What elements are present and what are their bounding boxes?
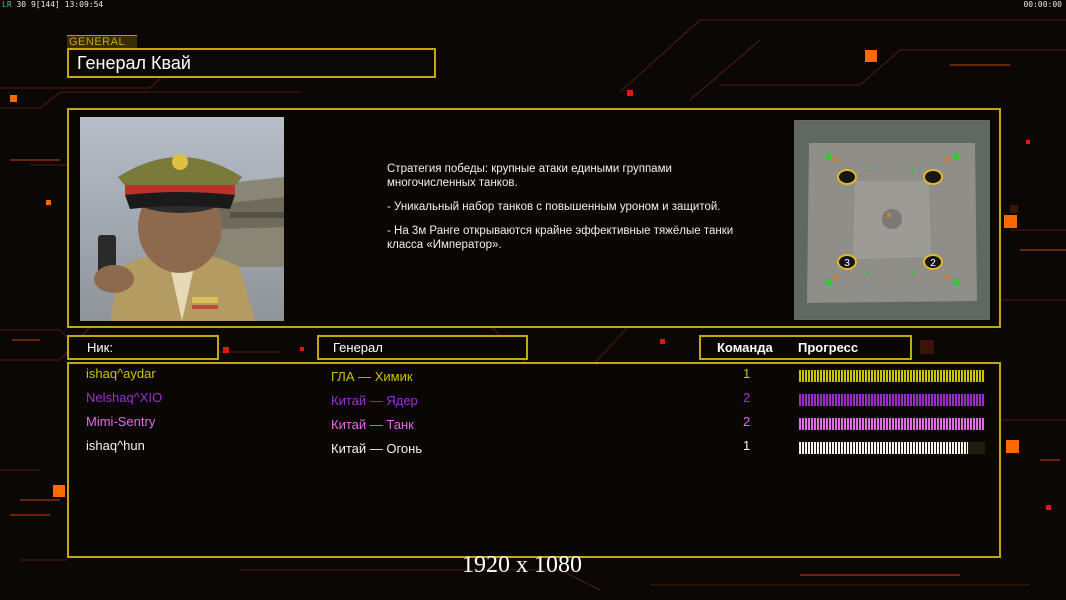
fps-label: LR: [2, 0, 12, 9]
resolution-overlay: 1920 x 1080: [462, 552, 582, 578]
fps-value: 30: [16, 0, 27, 9]
general-name: Генерал Квай: [67, 48, 436, 78]
player-general: Китай — Огонь: [331, 441, 423, 456]
map-preview: 3 2: [794, 120, 990, 320]
player-team: 2: [743, 390, 751, 405]
strategy-line-2: - Уникальный набор танков с повышенным у…: [387, 201, 721, 213]
column-header-team-progress: Команда Прогресс: [699, 335, 912, 360]
player-progress-bar: [799, 442, 985, 454]
system-clock: 13:09:54: [64, 0, 104, 9]
player-progress-bar: [799, 394, 985, 406]
strategy-line-1: Стратегия победы: крупные атаки едиными …: [387, 163, 672, 189]
player-progress-fill: [799, 418, 985, 430]
column-header-general: Генерал: [317, 335, 528, 360]
net-stats: 9[144]: [30, 0, 60, 9]
player-progress-fill: [799, 442, 969, 454]
game-timer: 00:00:00: [1023, 0, 1062, 9]
player-team: 1: [743, 366, 751, 381]
player-general: ГЛА — Химик: [331, 369, 413, 384]
player-general: Китай — Ядер: [331, 393, 418, 408]
player-nick: Nelshaq^XIO: [86, 390, 163, 405]
player-row: Mimi-Sentry Китай — Танк 2: [0, 414, 1066, 434]
strategy-description: Стратегия победы: крупные атаки едиными …: [387, 162, 747, 262]
player-nick: ishaq^aydar: [86, 366, 156, 381]
player-progress-fill: [799, 370, 985, 382]
player-team: 2: [743, 414, 751, 429]
start-position-2: 2: [930, 258, 936, 269]
player-row: ishaq^aydar ГЛА — Химик 1: [0, 366, 1066, 386]
column-header-progress: Прогресс: [798, 340, 859, 355]
player-general: Китай — Танк: [331, 417, 414, 432]
column-header-team: Команда: [717, 340, 773, 355]
player-progress-fill: [799, 394, 985, 406]
general-portrait: [80, 117, 284, 321]
player-progress-bar: [799, 370, 985, 382]
player-nick: ishaq^hun: [86, 438, 145, 453]
strategy-line-3: - На 3м Ранге открываются крайне эффекти…: [387, 225, 734, 251]
column-header-nick: Ник:: [67, 335, 219, 360]
general-section-tag: GENERAL: [67, 35, 137, 48]
player-progress-bar: [799, 418, 985, 430]
player-row: Nelshaq^XIO Китай — Ядер 2: [0, 390, 1066, 410]
fps-counter: LR 30 9[144] 13:09:54: [2, 0, 103, 9]
player-nick: Mimi-Sentry: [86, 414, 156, 429]
player-row: ishaq^hun Китай — Огонь 1: [0, 438, 1066, 458]
start-position-3: 3: [844, 258, 850, 269]
player-team: 1: [743, 438, 751, 453]
